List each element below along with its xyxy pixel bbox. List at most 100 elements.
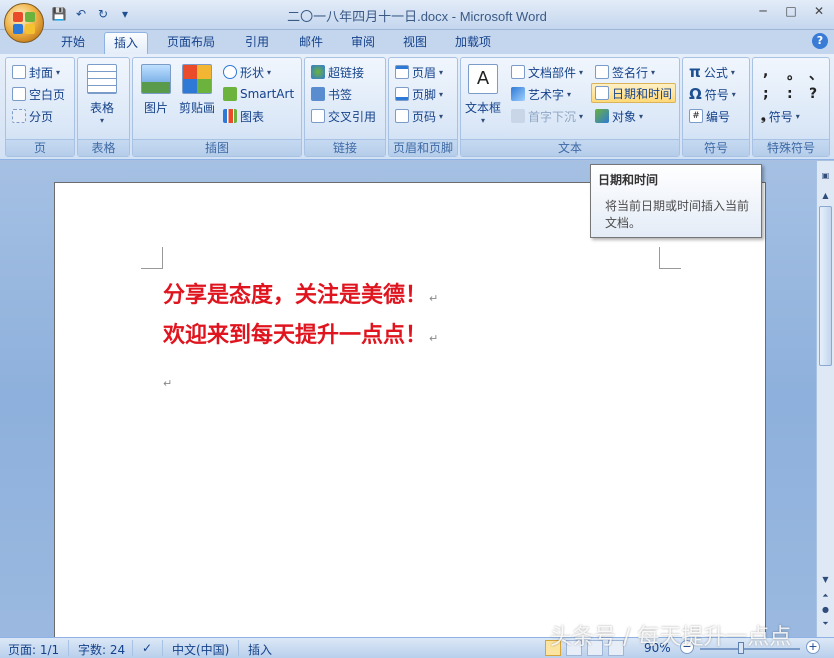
hyperlink-button[interactable]: 超链接 — [311, 62, 364, 82]
blank-page-button[interactable]: 空白页 — [12, 84, 65, 104]
signature-line-button[interactable]: 签名行 ▾ — [595, 62, 655, 82]
scroll-down-icon[interactable]: ▼ — [819, 573, 832, 586]
picture-icon — [141, 64, 171, 94]
ribbon-tabs: 开始 插入 页面布局 引用 邮件 审阅 视图 加载项 ? — [0, 30, 834, 54]
number-icon: # — [689, 109, 703, 123]
footer-icon — [395, 87, 409, 101]
smartart-button[interactable]: SmartArt — [223, 84, 294, 104]
tab-home[interactable]: 开始 — [52, 32, 94, 54]
maximize-button[interactable]: □ — [784, 4, 798, 18]
text-box-button[interactable]: A 文本框 ▾ — [465, 64, 501, 125]
office-logo-icon — [13, 12, 35, 34]
page-break-button[interactable]: 分页 — [12, 106, 53, 126]
group-text-label: 文本 — [461, 139, 679, 156]
object-label: 对象 — [612, 109, 637, 124]
cross-reference-label: 交叉引用 — [328, 109, 377, 124]
status-divider — [132, 640, 133, 656]
ruler-toggle-icon[interactable]: ▣ — [819, 169, 832, 182]
table-button[interactable]: 表格 ▾ — [87, 64, 117, 125]
office-button[interactable] — [4, 3, 44, 43]
document-line-2[interactable]: 欢迎来到每天提升一点点！ ↵ — [163, 317, 438, 349]
quick-parts-label: 文档部件 — [528, 65, 577, 80]
special-symbol-enum-comma[interactable]: 、 — [809, 64, 823, 84]
page-break-icon — [12, 109, 26, 123]
status-word-count[interactable]: 字数: 24 — [78, 641, 125, 658]
cover-page-label: 封面 — [29, 65, 54, 80]
more-symbols-icon: ❟ — [761, 108, 766, 123]
browse-object-icon[interactable]: ● — [819, 603, 832, 616]
bookmark-icon — [311, 87, 325, 101]
header-button[interactable]: 页眉 ▾ — [395, 62, 443, 82]
page-break-label: 分页 — [29, 109, 54, 124]
group-pages: 封面 ▾ 空白页 分页 页 — [5, 57, 75, 157]
page-number-button[interactable]: 页码 ▾ — [395, 106, 443, 126]
next-page-icon[interactable]: ⏷ — [819, 617, 832, 630]
special-symbol-period[interactable]: 。 — [787, 64, 801, 84]
special-symbol-semicolon[interactable]: ; — [763, 86, 769, 102]
table-label: 表格 — [89, 101, 114, 115]
footer-button[interactable]: 页脚 ▾ — [395, 84, 443, 104]
symbol-button[interactable]: Ω 符号 ▾ — [689, 84, 736, 104]
special-symbol-colon[interactable]: : — [787, 86, 793, 102]
more-symbols-button[interactable]: ❟ 符号 ▾ — [761, 106, 800, 126]
document-line-1-text: 分享是态度，关注是美德！ — [163, 283, 428, 308]
hyperlink-icon — [311, 65, 325, 79]
text-box-icon: A — [468, 64, 498, 94]
cover-page-button[interactable]: 封面 ▾ — [12, 62, 60, 82]
special-symbol-comma[interactable]: , — [763, 64, 768, 80]
document-page[interactable]: 分享是态度，关注是美德！ ↵ 欢迎来到每天提升一点点！ ↵ ↵ — [54, 182, 766, 652]
previous-page-icon[interactable]: ⏶ — [819, 589, 832, 602]
number-button[interactable]: # 编号 — [689, 106, 730, 126]
group-pages-label: 页 — [6, 139, 74, 156]
bookmark-button[interactable]: 书签 — [311, 84, 352, 104]
tab-addins[interactable]: 加载项 — [446, 32, 500, 54]
shapes-button[interactable]: 形状 ▾ — [223, 62, 271, 82]
quick-parts-button[interactable]: 文档部件 ▾ — [511, 62, 583, 82]
equation-button[interactable]: π 公式 ▾ — [689, 62, 735, 82]
wordart-button[interactable]: 艺术字 ▾ — [511, 84, 571, 104]
object-button[interactable]: 对象 ▾ — [595, 106, 643, 126]
scroll-up-icon[interactable]: ▲ — [819, 189, 832, 202]
spellcheck-icon[interactable]: ✓ — [142, 641, 152, 655]
number-label: 编号 — [706, 109, 731, 124]
status-page[interactable]: 页面: 1/1 — [8, 641, 59, 658]
header-label: 页眉 — [412, 65, 437, 80]
cross-reference-button[interactable]: 交叉引用 — [311, 106, 376, 126]
tab-references[interactable]: 引用 — [236, 32, 278, 54]
group-links: 超链接 书签 交叉引用 链接 — [304, 57, 386, 157]
signature-line-icon — [595, 65, 609, 79]
pi-icon: π — [689, 63, 701, 81]
picture-label: 图片 — [143, 101, 168, 115]
group-header-footer: 页眉 ▾ 页脚 ▾ 页码 ▾ 页眉和页脚 — [388, 57, 458, 157]
chart-icon — [223, 109, 237, 123]
special-symbol-question[interactable]: ? — [809, 86, 817, 102]
date-time-button[interactable]: 日期和时间 — [591, 83, 677, 103]
tab-view[interactable]: 视图 — [394, 32, 436, 54]
tab-insert[interactable]: 插入 — [104, 32, 149, 54]
status-language[interactable]: 中文(中国) — [172, 641, 229, 658]
picture-button[interactable]: 图片 — [141, 64, 171, 116]
tab-page-layout[interactable]: 页面布局 — [158, 32, 224, 54]
group-tables-label: 表格 — [78, 139, 129, 156]
wordart-label: 艺术字 — [528, 87, 565, 102]
footer-label: 页脚 — [412, 87, 437, 102]
document-line-1[interactable]: 分享是态度，关注是美德！ ↵ — [163, 277, 438, 309]
status-insert-mode[interactable]: 插入 — [248, 641, 272, 658]
crop-mark-top-right — [659, 247, 681, 269]
tooltip-title: 日期和时间 — [598, 173, 659, 187]
vertical-scrollbar[interactable]: ▣ ▲ ▼ ⏶ ● ⏷ — [816, 161, 834, 637]
close-button[interactable]: ✕ — [812, 4, 826, 18]
scroll-thumb[interactable] — [819, 206, 832, 366]
tab-mailings[interactable]: 邮件 — [290, 32, 332, 54]
status-divider — [238, 640, 239, 656]
chart-button[interactable]: 图表 — [223, 106, 264, 126]
help-icon[interactable]: ? — [812, 33, 828, 49]
clipart-button[interactable]: 剪贴画 — [179, 64, 215, 116]
drop-cap-button[interactable]: 首字下沉 ▾ — [511, 106, 583, 126]
minimize-button[interactable]: ─ — [756, 4, 770, 18]
zoom-in-icon[interactable]: + — [806, 640, 820, 654]
wordart-icon — [511, 87, 525, 101]
group-symbols: π 公式 ▾ Ω 符号 ▾ # 编号 符号 — [682, 57, 750, 157]
cover-page-icon — [12, 65, 26, 79]
tab-review[interactable]: 审阅 — [342, 32, 384, 54]
